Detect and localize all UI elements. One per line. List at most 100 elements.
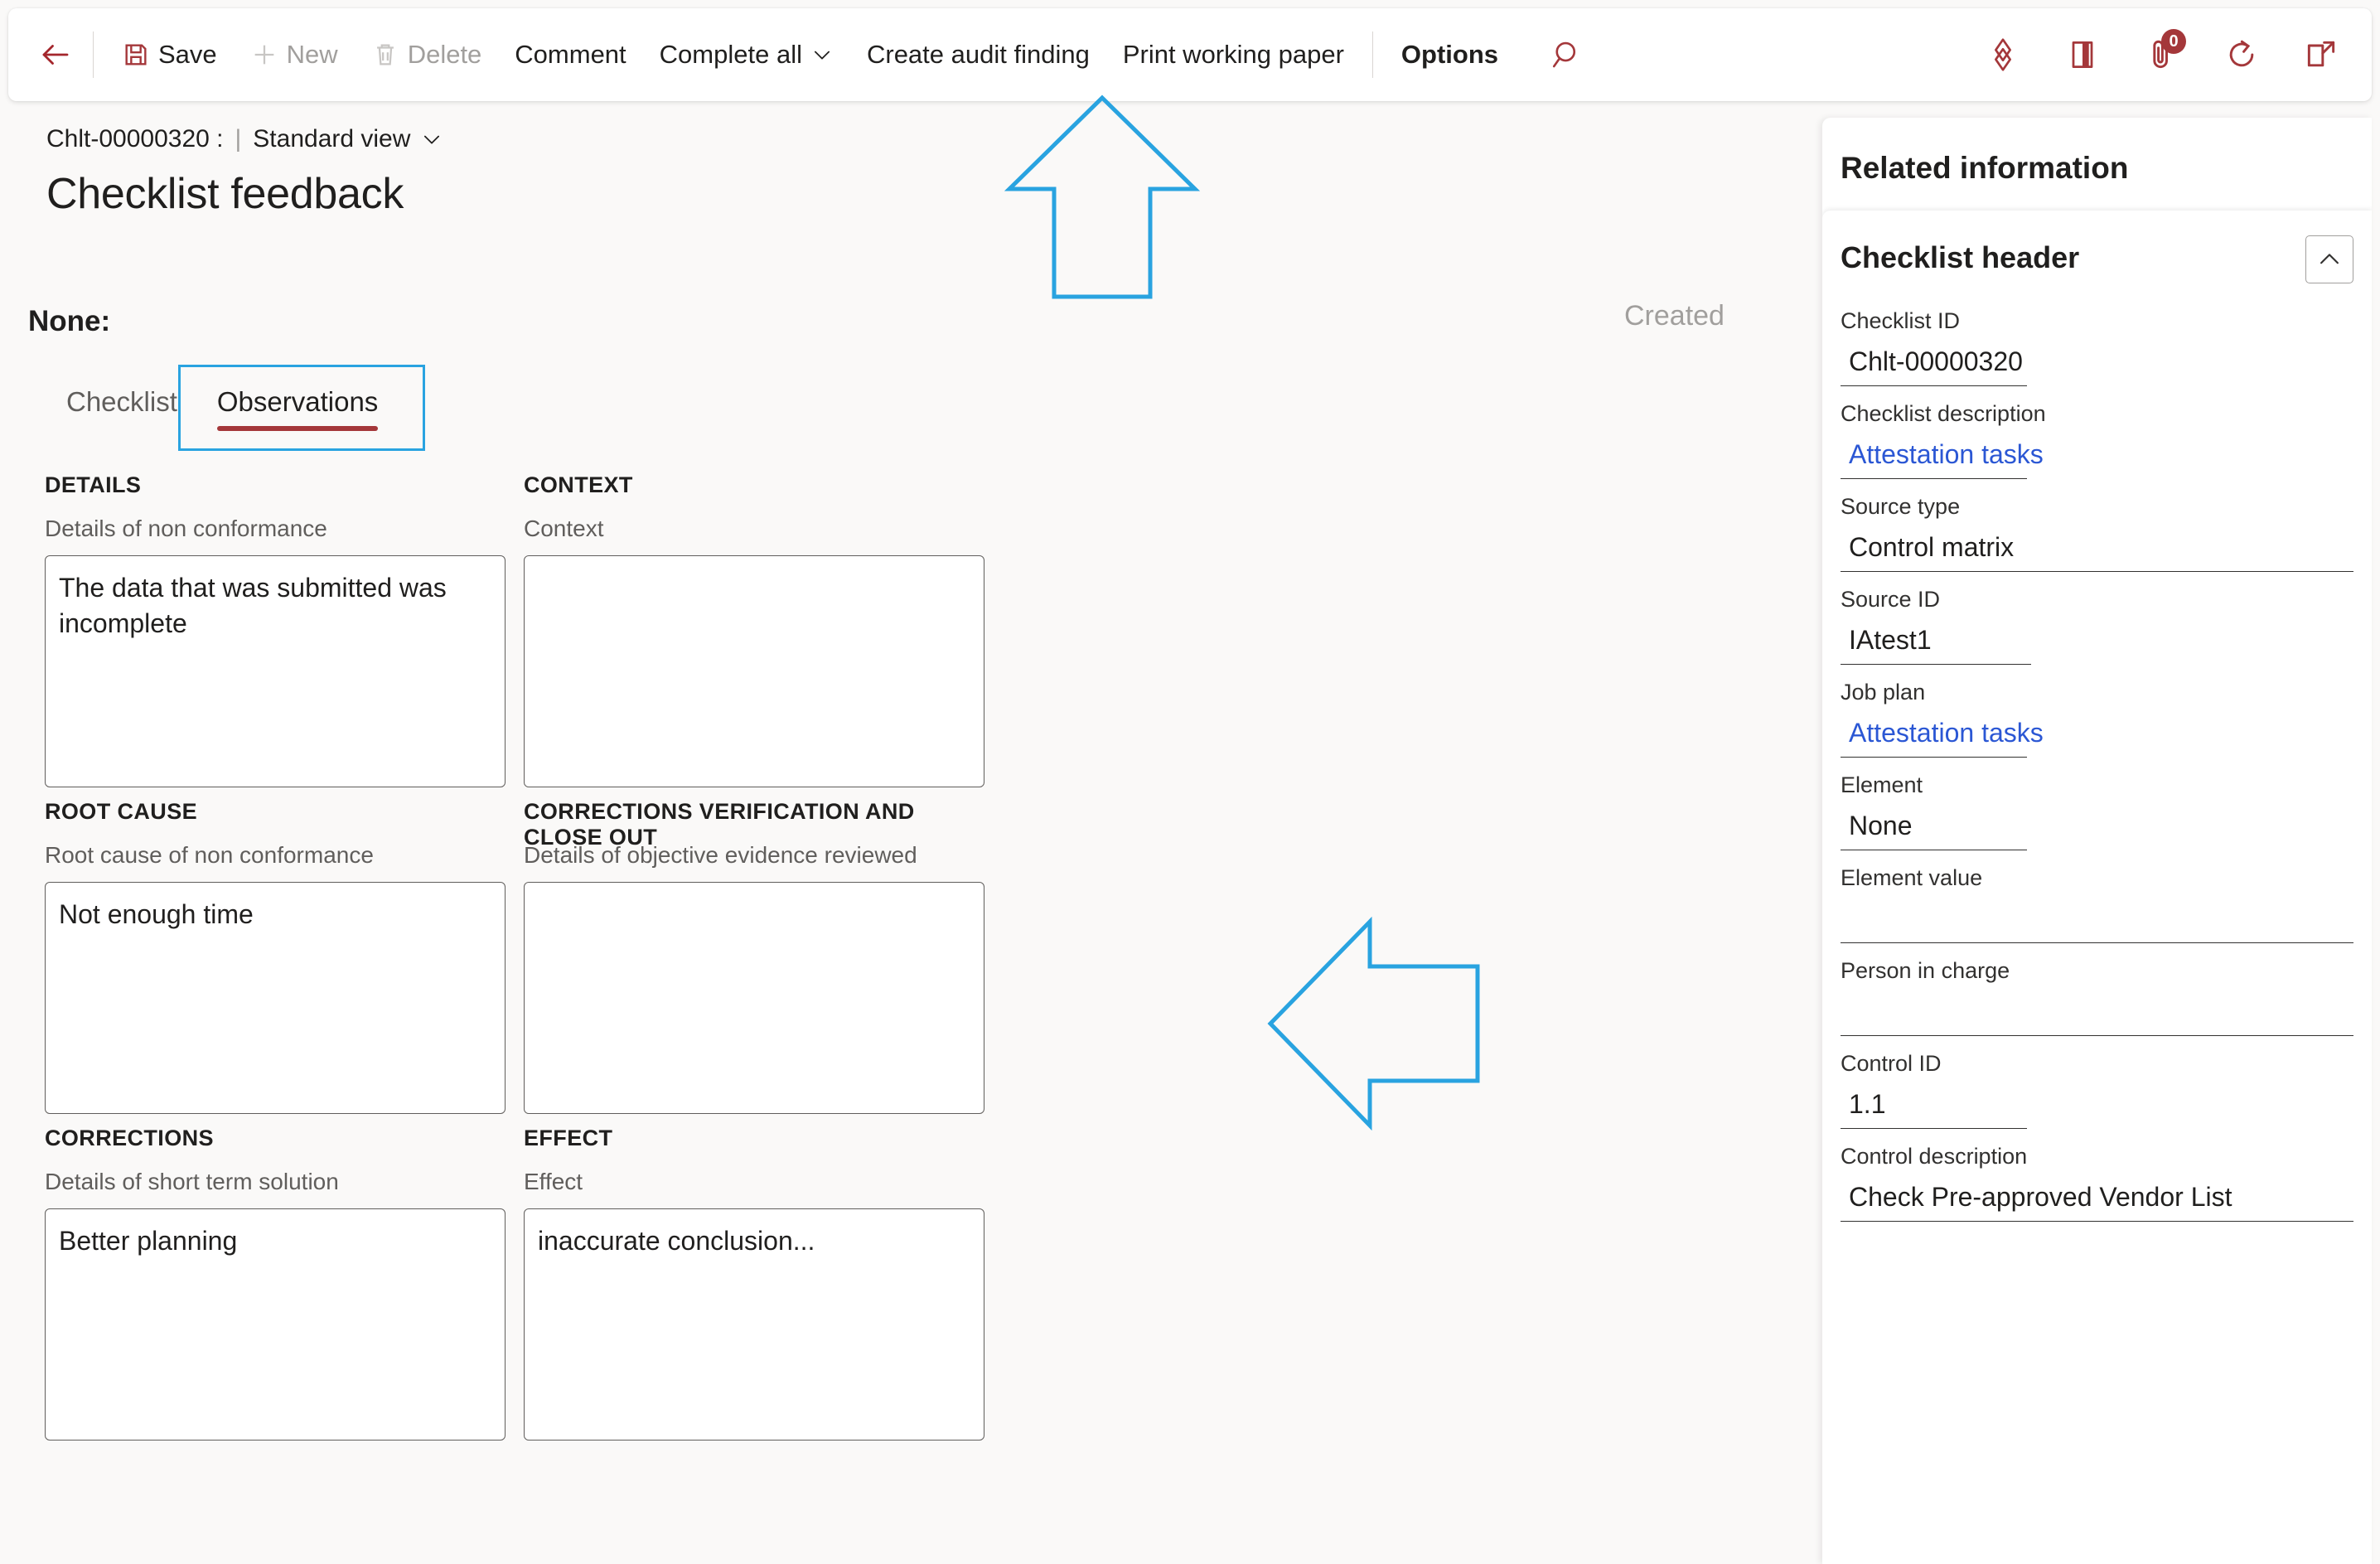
details-of-non-conformance-input[interactable]: The data that was submitted was incomple… xyxy=(45,555,506,787)
tab-checklist[interactable]: Checklist xyxy=(46,375,197,436)
element-value-input[interactable] xyxy=(1841,900,2353,943)
chevron-up-icon xyxy=(2320,254,2339,264)
related-information-title: Related information xyxy=(1841,151,2129,185)
details-of-short-term-solution-input[interactable]: Better planning xyxy=(45,1208,506,1441)
collapse-section-button[interactable] xyxy=(2305,235,2353,283)
group-label: None: xyxy=(28,305,111,337)
checklist-id-input[interactable]: Chlt-00000320 xyxy=(1841,343,2027,386)
section-heading: CORRECTIONS xyxy=(45,1126,214,1150)
section-context: CONTEXT Context xyxy=(524,472,984,787)
options-label: Options xyxy=(1400,40,1499,69)
form-row-3: CORRECTIONS Details of short term soluti… xyxy=(45,1126,1023,1441)
field-label: Control description xyxy=(1841,1144,2028,1169)
comment-label: Comment xyxy=(515,40,626,69)
source-type-input[interactable]: Control matrix xyxy=(1841,529,2353,572)
search-icon xyxy=(1552,41,1576,68)
control-description-input[interactable]: Check Pre-approved Vendor List xyxy=(1841,1179,2353,1222)
personalize-icon xyxy=(1995,38,2011,71)
section-heading: EFFECT xyxy=(524,1126,613,1150)
field-person-in-charge: Person in charge xyxy=(1841,958,2353,1036)
open-panel-icon xyxy=(2072,41,2093,69)
form-row-2: ROOT CAUSE Root cause of non conformance… xyxy=(45,799,1023,1114)
attachment-button[interactable]: 0 xyxy=(2133,26,2191,84)
field-element-value: Element value xyxy=(1841,865,2353,943)
chevron-down-icon xyxy=(424,135,440,144)
tab-observations-label: Observations xyxy=(216,386,379,417)
comment-button[interactable]: Comment xyxy=(498,27,642,82)
options-button[interactable]: Options xyxy=(1385,27,1515,82)
section-heading: DETAILS xyxy=(45,472,142,497)
arrow-left-annotation xyxy=(1267,916,1480,1131)
page-title: Checklist feedback xyxy=(46,170,404,218)
details-of-objective-evidence-reviewed-input[interactable] xyxy=(524,882,984,1114)
view-selector[interactable]: Standard view xyxy=(253,125,443,153)
complete-all-button[interactable]: Complete all xyxy=(643,27,850,82)
search-button[interactable] xyxy=(1538,26,1596,84)
attachment-count-badge: 0 xyxy=(2161,29,2186,54)
source-id-input[interactable]: IAtest1 xyxy=(1841,622,2031,665)
root-cause-of-non-conformance-input[interactable]: Not enough time xyxy=(45,882,506,1114)
print-working-paper-label: Print working paper xyxy=(1122,40,1344,69)
complete-all-label: Complete all xyxy=(659,40,802,69)
section-heading: CORRECTIONS VERIFICATION AND CLOSE OUT xyxy=(524,799,915,850)
toolbar-divider-2 xyxy=(1371,31,1373,78)
popout-button[interactable] xyxy=(2292,26,2350,84)
new-label: New xyxy=(286,40,338,69)
checklist-header-card: Checklist header Checklist ID Chlt-00000… xyxy=(1822,211,2372,1564)
field-label: Checklist description xyxy=(1841,401,2046,426)
delete-button[interactable]: Delete xyxy=(355,27,499,82)
field-source-id: Source ID IAtest1 xyxy=(1841,587,2353,665)
trash-icon xyxy=(376,44,394,65)
field-label: Context xyxy=(524,516,604,541)
section-heading: ROOT CAUSE xyxy=(45,799,198,824)
breadcrumb-record-id: Chlt-00000320 : xyxy=(46,125,224,153)
section-heading: CONTEXT xyxy=(524,472,633,497)
context-input[interactable] xyxy=(524,555,984,787)
field-label: Details of objective evidence reviewed xyxy=(524,842,917,868)
checklist-header-title: Checklist header xyxy=(1841,240,2080,274)
breadcrumb: Chlt-00000320 : | Standard view xyxy=(46,123,443,156)
tab-observations[interactable]: Observations xyxy=(197,375,398,436)
refresh-button[interactable] xyxy=(2213,26,2271,84)
personalize-button[interactable] xyxy=(1974,26,2032,84)
checklist-header-card-head: Checklist header xyxy=(1841,235,2353,283)
section-corrections: CORRECTIONS Details of short term soluti… xyxy=(45,1126,506,1441)
field-label: Control ID xyxy=(1841,1051,1942,1076)
field-checklist-description: Checklist description Attestation tasks xyxy=(1841,401,2353,479)
field-label: Details of short term solution xyxy=(45,1169,339,1194)
refresh-icon xyxy=(2229,40,2254,67)
new-button[interactable]: New xyxy=(234,27,355,82)
field-label: Details of non conformance xyxy=(45,516,327,541)
delete-label: Delete xyxy=(407,40,482,69)
arrow-up-icon xyxy=(1004,94,1201,299)
section-corrections-verification: CORRECTIONS VERIFICATION AND CLOSE OUT D… xyxy=(524,799,984,1114)
back-button[interactable] xyxy=(30,29,81,80)
open-panel-button[interactable] xyxy=(2053,26,2112,84)
create-audit-finding-button[interactable]: Create audit finding xyxy=(850,27,1106,82)
popout-icon xyxy=(2307,41,2335,67)
control-id-input[interactable]: 1.1 xyxy=(1841,1086,2027,1129)
breadcrumb-separator: | xyxy=(235,125,242,153)
person-in-charge-input[interactable] xyxy=(1841,993,2353,1036)
element-input[interactable]: None xyxy=(1841,807,2027,850)
status-badge: Created xyxy=(1624,300,1725,332)
field-label: Element value xyxy=(1841,865,1983,890)
save-button[interactable]: Save xyxy=(105,27,234,82)
job-plan-link[interactable]: Attestation tasks xyxy=(1841,714,2044,758)
section-root-cause: ROOT CAUSE Root cause of non conformance… xyxy=(45,799,506,1114)
section-effect: EFFECT Effect inaccurate conclusion... xyxy=(524,1126,984,1441)
field-label: Source ID xyxy=(1841,587,1941,612)
plus-icon xyxy=(254,45,274,65)
section-details: DETAILS Details of non conformance The d… xyxy=(45,472,506,787)
checklist-description-link[interactable]: Attestation tasks xyxy=(1841,436,2044,479)
form-row-1: DETAILS Details of non conformance The d… xyxy=(45,472,1023,787)
field-element: Element None xyxy=(1841,772,2353,850)
field-checklist-id: Checklist ID Chlt-00000320 xyxy=(1841,308,2353,386)
create-audit-finding-label: Create audit finding xyxy=(866,40,1090,69)
field-control-description: Control description Check Pre-approved V… xyxy=(1841,1144,2353,1222)
print-working-paper-button[interactable]: Print working paper xyxy=(1106,27,1361,82)
save-icon xyxy=(125,44,147,65)
field-label: Job plan xyxy=(1841,680,1926,705)
tab-strip: Checklist Observations xyxy=(46,375,398,436)
effect-input[interactable]: inaccurate conclusion... xyxy=(524,1208,984,1441)
